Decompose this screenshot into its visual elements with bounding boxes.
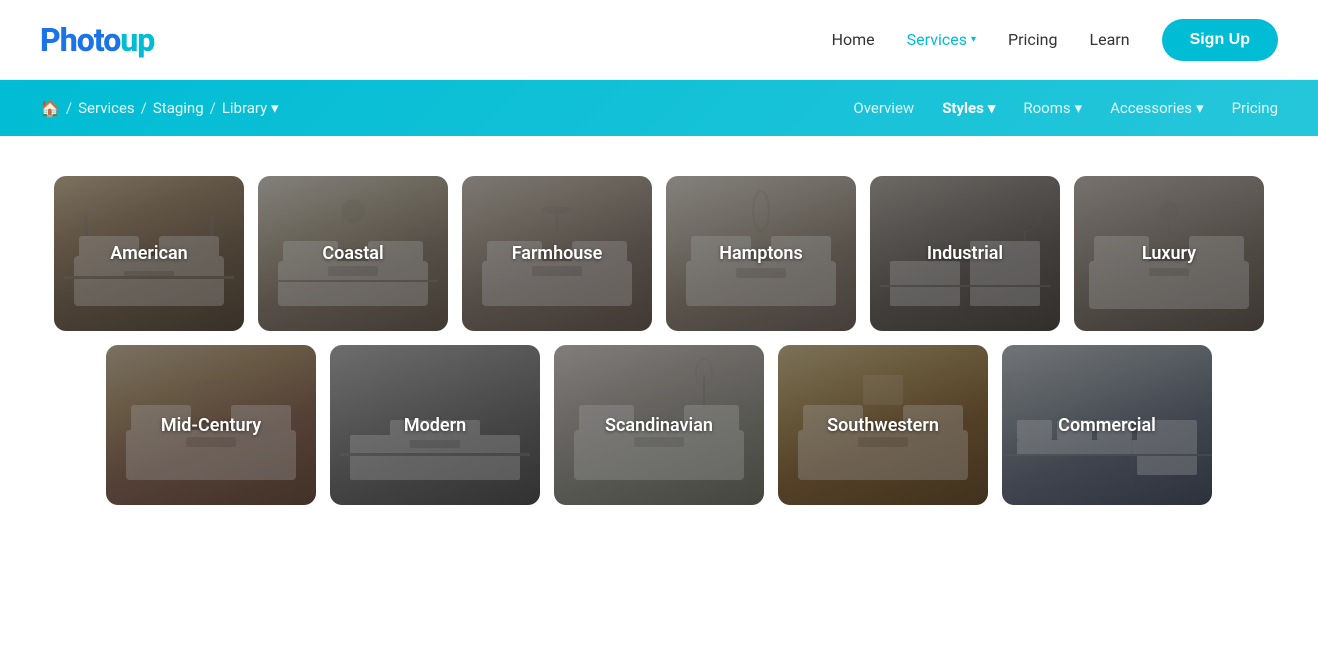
style-modern-label: Modern bbox=[404, 415, 466, 436]
style-southwestern-label: Southwestern bbox=[827, 415, 939, 436]
style-luxury-label: Luxury bbox=[1142, 243, 1196, 264]
styles-row-1: American Coastal bbox=[60, 176, 1258, 331]
signup-button[interactable]: Sign Up bbox=[1162, 19, 1278, 61]
rooms-chevron-icon: ▾ bbox=[1075, 99, 1083, 117]
style-commercial[interactable]: Commercial bbox=[1002, 345, 1212, 505]
breadcrumb: 🏠 / Services / Staging / Library ▾ bbox=[40, 99, 279, 118]
style-coastal-label: Coastal bbox=[322, 243, 383, 264]
subnav-styles[interactable]: Styles ▾ bbox=[942, 99, 995, 117]
subnav-bar: 🏠 / Services / Staging / Library ▾ Overv… bbox=[0, 80, 1318, 136]
main-content: American Coastal bbox=[0, 136, 1318, 559]
subnav-overview[interactable]: Overview bbox=[853, 99, 914, 117]
home-icon[interactable]: 🏠 bbox=[40, 99, 60, 118]
styles-row-2: Mid-Century Modern bbox=[60, 345, 1258, 505]
main-nav: Home Services ▾ Pricing Learn Sign Up bbox=[832, 19, 1278, 61]
style-southwestern[interactable]: Southwestern bbox=[778, 345, 988, 505]
style-farmhouse[interactable]: Farmhouse bbox=[462, 176, 652, 331]
accessories-chevron-icon: ▾ bbox=[1196, 99, 1204, 117]
style-farmhouse-label: Farmhouse bbox=[512, 243, 603, 264]
style-hamptons-label: Hamptons bbox=[719, 243, 803, 264]
style-modern[interactable]: Modern bbox=[330, 345, 540, 505]
header: Photoup Home Services ▾ Pricing Learn Si… bbox=[0, 0, 1318, 80]
style-midcentury-label: Mid-Century bbox=[161, 415, 261, 436]
breadcrumb-staging[interactable]: Staging bbox=[153, 99, 204, 117]
style-midcentury[interactable]: Mid-Century bbox=[106, 345, 316, 505]
subnav-pricing[interactable]: Pricing bbox=[1232, 99, 1278, 117]
style-american[interactable]: American bbox=[54, 176, 244, 331]
subnav-accessories[interactable]: Accessories ▾ bbox=[1110, 99, 1203, 117]
breadcrumb-library[interactable]: Library ▾ bbox=[222, 99, 279, 117]
nav-home[interactable]: Home bbox=[832, 30, 875, 49]
style-industrial-label: Industrial bbox=[927, 243, 1003, 264]
services-arrow-icon: ▾ bbox=[971, 34, 976, 45]
nav-pricing[interactable]: Pricing bbox=[1008, 30, 1058, 49]
style-american-label: American bbox=[110, 243, 187, 264]
style-hamptons[interactable]: Hamptons bbox=[666, 176, 856, 331]
style-commercial-label: Commercial bbox=[1058, 415, 1156, 436]
nav-services[interactable]: Services ▾ bbox=[907, 30, 976, 49]
style-luxury[interactable]: Luxury bbox=[1074, 176, 1264, 331]
style-scandinavian[interactable]: Scandinavian bbox=[554, 345, 764, 505]
styles-chevron-icon: ▾ bbox=[988, 99, 996, 117]
subnav-rooms[interactable]: Rooms ▾ bbox=[1023, 99, 1082, 117]
style-scandinavian-label: Scandinavian bbox=[605, 415, 713, 436]
logo[interactable]: Photoup bbox=[40, 21, 154, 59]
style-industrial[interactable]: Industrial bbox=[870, 176, 1060, 331]
style-coastal[interactable]: Coastal bbox=[258, 176, 448, 331]
subnav-links: Overview Styles ▾ Rooms ▾ Accessories ▾ … bbox=[853, 99, 1278, 117]
nav-learn[interactable]: Learn bbox=[1090, 30, 1130, 49]
breadcrumb-services[interactable]: Services bbox=[78, 99, 135, 117]
